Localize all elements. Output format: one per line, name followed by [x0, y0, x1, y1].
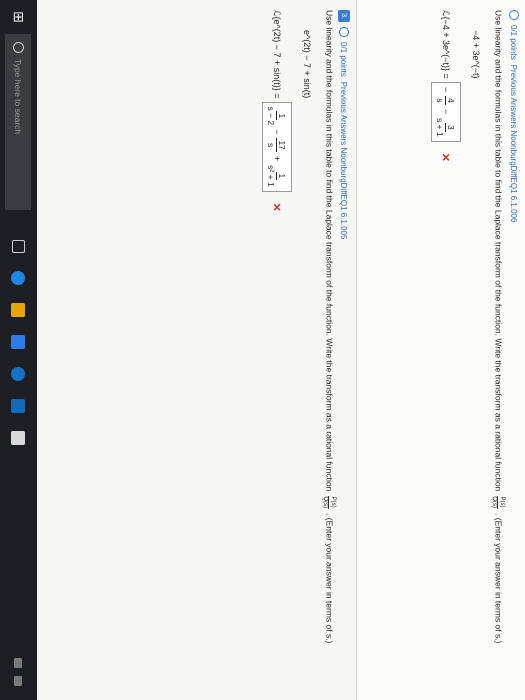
function-display: −4 + 3e^(−t) — [471, 30, 481, 79]
answer-row: ℒ{−4 + 3e^(−t)} = − 4 s − 3 s + 1 ✕ — [431, 10, 461, 162]
term-numerator: 4 — [445, 96, 457, 105]
answer-term-3: 1 s² + 1 — [267, 165, 288, 187]
volume-icon[interactable] — [14, 676, 23, 686]
answer-operator: − — [441, 108, 451, 115]
answer-sign: − — [441, 86, 451, 93]
taskbar-search[interactable]: Type here to search — [5, 34, 32, 210]
ratio-denominator: Q(s) — [322, 496, 328, 508]
answer-operator: − — [272, 129, 282, 135]
term-denominator: s² + 1 — [266, 165, 277, 187]
term-numerator: 1 — [276, 171, 288, 181]
windows-start-icon[interactable]: ⊞ — [0, 0, 37, 34]
taskbar: ⊞ Type here to search — [0, 0, 37, 700]
network-icon[interactable] — [14, 658, 23, 668]
radio-icon[interactable] — [339, 27, 349, 37]
rotated-screen: 0/1 points Previous Answers NoonburgDiff… — [0, 0, 525, 700]
term-denominator: s — [266, 143, 277, 148]
instruction-text: Use linearity and the formulas in this t… — [490, 10, 505, 643]
store-icon[interactable] — [11, 335, 26, 349]
answer-operator: + — [272, 155, 282, 162]
points-label: 0/1 points — [339, 42, 349, 77]
search-placeholder: Type here to search — [13, 59, 24, 135]
question-header: 0/1 points Previous Answers NoonburgDiff… — [509, 10, 519, 222]
function-display: e^(2t) − 7 + sin(t) — [302, 30, 312, 99]
answer-term-1: 1 s − 2 — [266, 106, 288, 126]
system-tray — [14, 658, 23, 686]
ratio-denominator: Q(s) — [491, 496, 497, 508]
chrome-icon[interactable] — [11, 271, 26, 285]
instruction-body: Use linearity and the formulas in this t… — [493, 10, 504, 492]
question-number: 3. — [338, 10, 350, 22]
answer-term-1: 4 s — [436, 96, 457, 105]
taskbar-apps — [11, 240, 26, 445]
ratio-numerator: P(s) — [328, 495, 336, 509]
term-numerator: 3 — [445, 123, 457, 132]
source-label[interactable]: Previous Answers NoonburgDiffEQ1 6.1.005 — [340, 82, 349, 240]
task-view-icon[interactable] — [12, 240, 25, 253]
answer-row: ℒ{e^(2t) − 7 + sin(t)} = 1 s − 2 − 17 s … — [262, 10, 292, 212]
instruction-tail: . (Enter your answer in terms of s.) — [493, 513, 504, 644]
homework-page: 0/1 points Previous Answers NoonburgDiff… — [36, 0, 525, 700]
incorrect-icon: ✕ — [270, 202, 283, 212]
term-numerator: 1 — [276, 111, 288, 121]
calculator-icon[interactable] — [11, 431, 26, 445]
laplace-lhs: ℒ{e^(2t) − 7 + sin(t)} = — [272, 10, 283, 99]
laplace-lhs: ℒ{−4 + 3e^(−t)} = — [441, 10, 452, 79]
term-numerator: 17 — [276, 138, 288, 152]
cortana-icon — [13, 42, 24, 53]
incorrect-icon: ✕ — [439, 152, 452, 162]
term-denominator: s − 2 — [266, 106, 277, 126]
radio-icon[interactable] — [509, 10, 519, 20]
instruction-tail: . (Enter your answer in terms of s.) — [324, 513, 335, 644]
answer-input[interactable]: 1 s − 2 − 17 s + 1 s² + 1 — [262, 101, 292, 192]
source-label[interactable]: Previous Answers NoonburgDiffEQ1 6.1.006 — [510, 65, 519, 223]
term-denominator: s — [435, 98, 446, 103]
question-header: 3. 0/1 points Previous Answers NoonburgD… — [338, 10, 350, 239]
ratio-numerator: P(s) — [497, 495, 505, 509]
edge-icon[interactable] — [11, 367, 26, 381]
question-1: 0/1 points Previous Answers NoonburgDiff… — [357, 0, 525, 700]
instruction-text: Use linearity and the formulas in this t… — [321, 10, 336, 643]
ratio-fraction: P(s) Q(s) — [490, 495, 505, 509]
term-denominator: s + 1 — [435, 118, 446, 137]
points-label: 0/1 points — [509, 25, 519, 60]
answer-term-2: 17 s — [266, 138, 288, 152]
ratio-fraction: P(s) Q(s) — [321, 495, 336, 509]
question-2: 3. 0/1 points Previous Answers NoonburgD… — [36, 0, 357, 700]
mail-icon[interactable] — [11, 399, 26, 413]
answer-term-2: 3 s + 1 — [436, 118, 457, 137]
file-explorer-icon[interactable] — [11, 303, 26, 317]
answer-input[interactable]: − 4 s − 3 s + 1 — [431, 81, 461, 142]
instruction-body: Use linearity and the formulas in this t… — [324, 10, 335, 492]
